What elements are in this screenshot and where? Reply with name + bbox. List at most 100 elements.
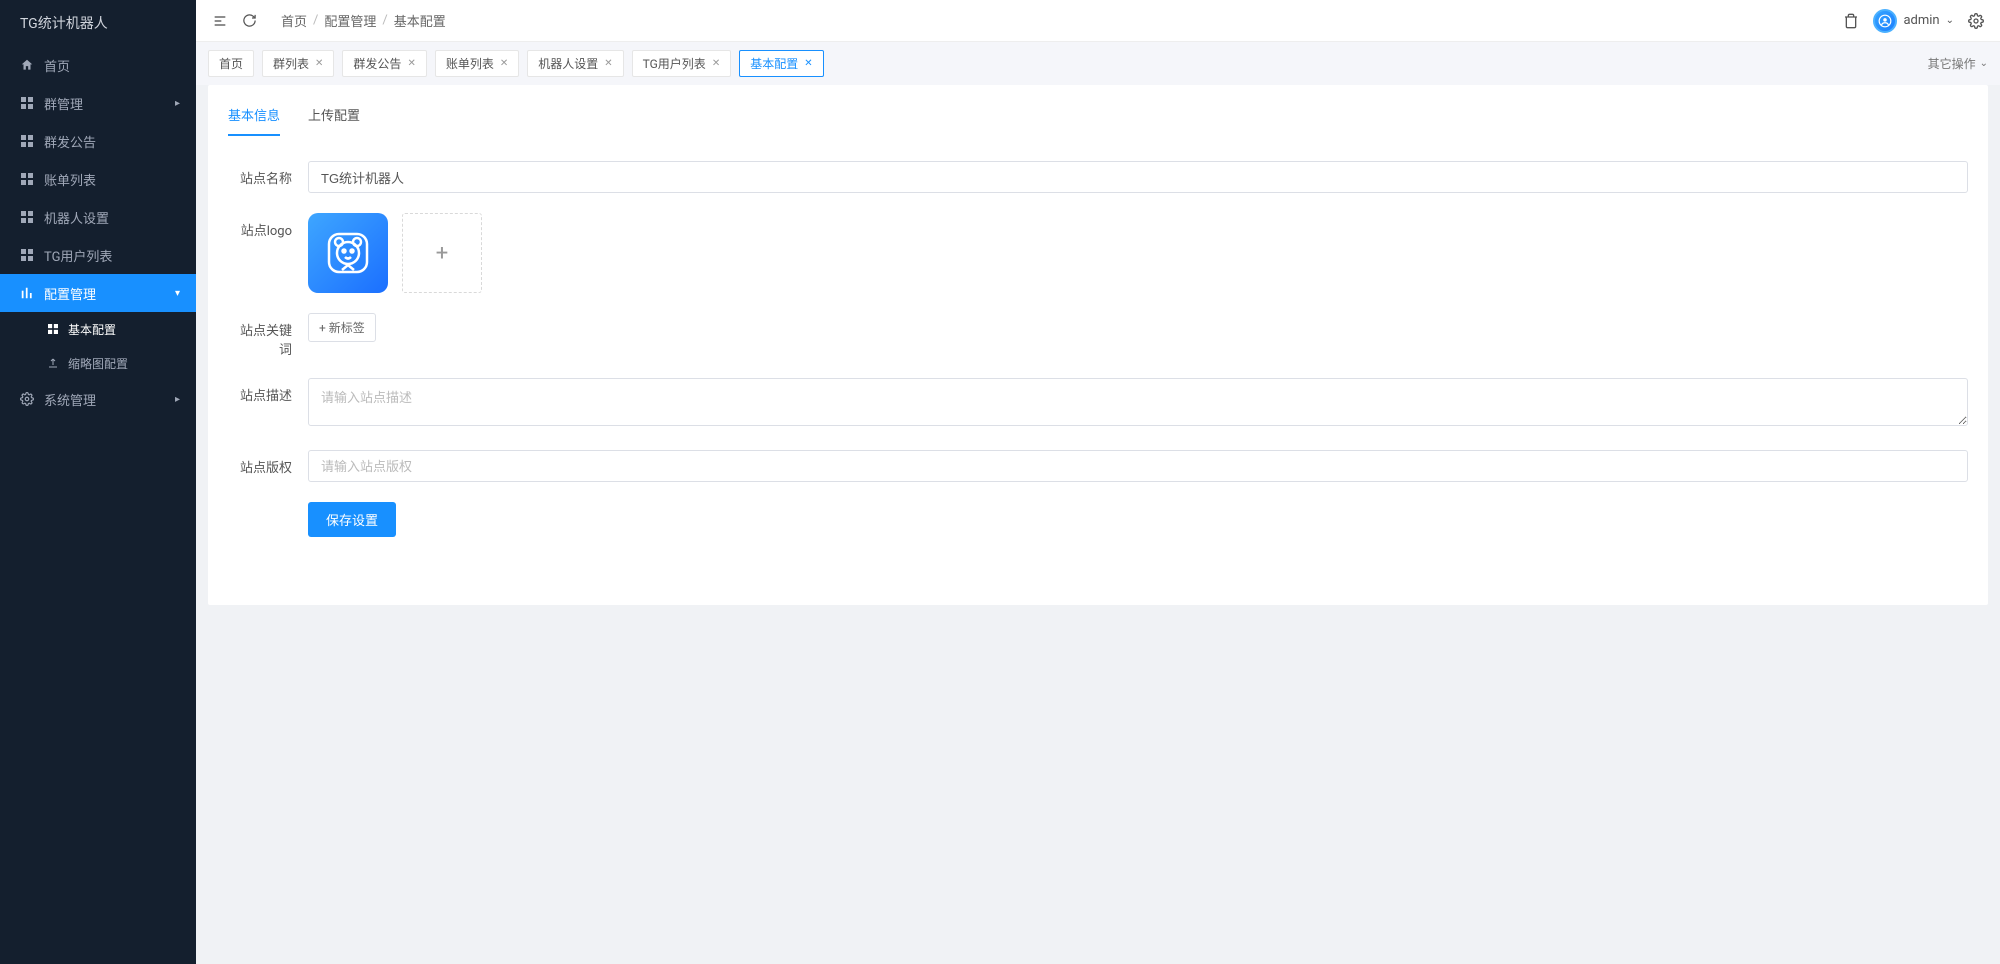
main: 首页 / 配置管理 / 基本配置 admin ⌄	[196, 0, 2000, 964]
form-label: 站点描述	[228, 378, 308, 404]
site-desc-textarea[interactable]	[308, 378, 1968, 426]
form-label: 站点关键词	[228, 313, 308, 358]
save-button[interactable]: 保存设置	[308, 502, 396, 537]
sidebar-sub-thumbnail-config[interactable]: 缩略图配置	[0, 346, 196, 380]
add-tag-button[interactable]: + 新标签	[308, 313, 376, 342]
tab-home[interactable]: 首页	[208, 50, 254, 77]
user-menu[interactable]: admin ⌄	[1873, 9, 1954, 33]
chevron-down-icon: ⌄	[1980, 58, 1988, 69]
tabs-actions-label: 其它操作	[1928, 55, 1976, 72]
tabs-actions-menu[interactable]: 其它操作 ⌄	[1928, 55, 1988, 72]
tab-basic-config[interactable]: 基本配置 ✕	[739, 50, 823, 77]
bear-logo-icon	[323, 228, 373, 278]
user-name: admin	[1903, 13, 1939, 28]
inner-tab-basic-info[interactable]: 基本信息	[228, 99, 280, 136]
grid-icon	[20, 248, 34, 262]
tab-label: 账单列表	[446, 55, 494, 72]
trash-button[interactable]	[1843, 13, 1859, 29]
content: 基本信息 上传配置 站点名称 站点logo	[196, 85, 2000, 964]
header-right: admin ⌄	[1843, 9, 1984, 33]
tab-label: 机器人设置	[538, 55, 598, 72]
site-copyright-input[interactable]	[308, 450, 1968, 482]
breadcrumb-separator: /	[313, 13, 318, 28]
sidebar-menu: 首页 群管理 ▸ 群发公告 账单列表	[0, 46, 196, 964]
sidebar-item-label: 系统管理	[44, 390, 96, 409]
form-label: 站点logo	[228, 213, 308, 239]
grid-icon	[20, 96, 34, 110]
sidebar-item-bot-settings[interactable]: 机器人设置	[0, 198, 196, 236]
form-row-site-keywords: 站点关键词 + 新标签	[228, 313, 1968, 358]
gear-icon	[20, 392, 34, 406]
header-left: 首页 / 配置管理 / 基本配置	[212, 11, 446, 30]
refresh-button[interactable]	[242, 13, 257, 28]
card: 基本信息 上传配置 站点名称 站点logo	[208, 85, 1988, 605]
sidebar-item-label: 账单列表	[44, 170, 96, 189]
tab-label: 群列表	[273, 55, 309, 72]
sidebar-item-label: 配置管理	[44, 284, 96, 303]
form-row-site-copyright: 站点版权	[228, 450, 1968, 482]
close-icon[interactable]: ✕	[407, 58, 415, 69]
sidebar-item-broadcast[interactable]: 群发公告	[0, 122, 196, 160]
sidebar: TG统计机器人 首页 群管理 ▸ 群发公告	[0, 0, 196, 964]
close-icon[interactable]: ✕	[315, 58, 323, 69]
close-icon[interactable]: ✕	[500, 58, 508, 69]
close-icon[interactable]: ✕	[712, 58, 720, 69]
tab-label: 基本配置	[750, 55, 798, 72]
chevron-down-icon: ⌄	[1946, 15, 1954, 26]
logo-upload-button[interactable]: +	[402, 213, 482, 293]
chevron-right-icon: ▸	[175, 394, 180, 405]
form-label: 站点版权	[228, 450, 308, 476]
tab-group-list[interactable]: 群列表 ✕	[262, 50, 334, 77]
breadcrumb: 首页 / 配置管理 / 基本配置	[281, 11, 446, 30]
form-row-site-desc: 站点描述	[228, 378, 1968, 430]
breadcrumb-item[interactable]: 首页	[281, 11, 307, 30]
chevron-down-icon: ▾	[175, 288, 180, 299]
tab-broadcast[interactable]: 群发公告 ✕	[342, 50, 426, 77]
sidebar-sub-basic-config[interactable]: 基本配置	[0, 312, 196, 346]
breadcrumb-separator: /	[382, 13, 387, 28]
sidebar-item-label: TG用户列表	[44, 246, 112, 265]
tab-bills[interactable]: 账单列表 ✕	[435, 50, 519, 77]
form-row-site-logo: 站点logo	[228, 213, 1968, 293]
grid-icon	[20, 134, 34, 148]
form: 站点名称 站点logo	[228, 161, 1968, 537]
bars-icon	[20, 286, 34, 300]
inner-tabs: 基本信息 上传配置	[228, 85, 1968, 137]
tab-label: 首页	[219, 55, 243, 72]
sidebar-item-label: 群发公告	[44, 132, 96, 151]
grid-icon	[20, 172, 34, 186]
sidebar-item-bills[interactable]: 账单列表	[0, 160, 196, 198]
tab-bot-settings[interactable]: 机器人设置 ✕	[527, 50, 623, 77]
site-name-input[interactable]	[308, 161, 1968, 193]
chevron-right-icon: ▸	[175, 98, 180, 109]
breadcrumb-item[interactable]: 配置管理	[324, 11, 376, 30]
close-icon[interactable]: ✕	[604, 58, 612, 69]
sidebar-item-system-mgmt[interactable]: 系统管理 ▸	[0, 380, 196, 418]
close-icon[interactable]: ✕	[804, 58, 812, 69]
logo-preview[interactable]	[308, 213, 388, 293]
sidebar-sub-label: 基本配置	[68, 321, 116, 338]
form-row-site-name: 站点名称	[228, 161, 1968, 193]
breadcrumb-item: 基本配置	[394, 11, 446, 30]
inner-tab-upload-config[interactable]: 上传配置	[308, 99, 360, 136]
sidebar-item-home[interactable]: 首页	[0, 46, 196, 84]
header: 首页 / 配置管理 / 基本配置 admin ⌄	[196, 0, 2000, 42]
sidebar-item-tg-users[interactable]: TG用户列表	[0, 236, 196, 274]
sidebar-item-config-mgmt[interactable]: 配置管理 ▾	[0, 274, 196, 312]
tab-label: 群发公告	[353, 55, 401, 72]
form-row-submit: 保存设置	[228, 502, 1968, 537]
tabs-bar: 首页 群列表 ✕ 群发公告 ✕ 账单列表 ✕ 机器人设置 ✕ TG用户列表 ✕	[196, 42, 2000, 85]
sidebar-item-group-mgmt[interactable]: 群管理 ▸	[0, 84, 196, 122]
form-label: 站点名称	[228, 161, 308, 187]
sidebar-sub-label: 缩略图配置	[68, 355, 128, 372]
sidebar-item-label: 群管理	[44, 94, 83, 113]
avatar	[1873, 9, 1897, 33]
plus-icon: +	[436, 241, 448, 266]
home-icon	[20, 58, 34, 72]
grid-icon	[20, 210, 34, 224]
collapse-sidebar-button[interactable]	[212, 13, 228, 29]
app-title: TG统计机器人	[0, 0, 196, 46]
tab-tg-users[interactable]: TG用户列表 ✕	[632, 50, 732, 77]
settings-button[interactable]	[1968, 13, 1984, 29]
sidebar-item-label: 首页	[44, 56, 70, 75]
